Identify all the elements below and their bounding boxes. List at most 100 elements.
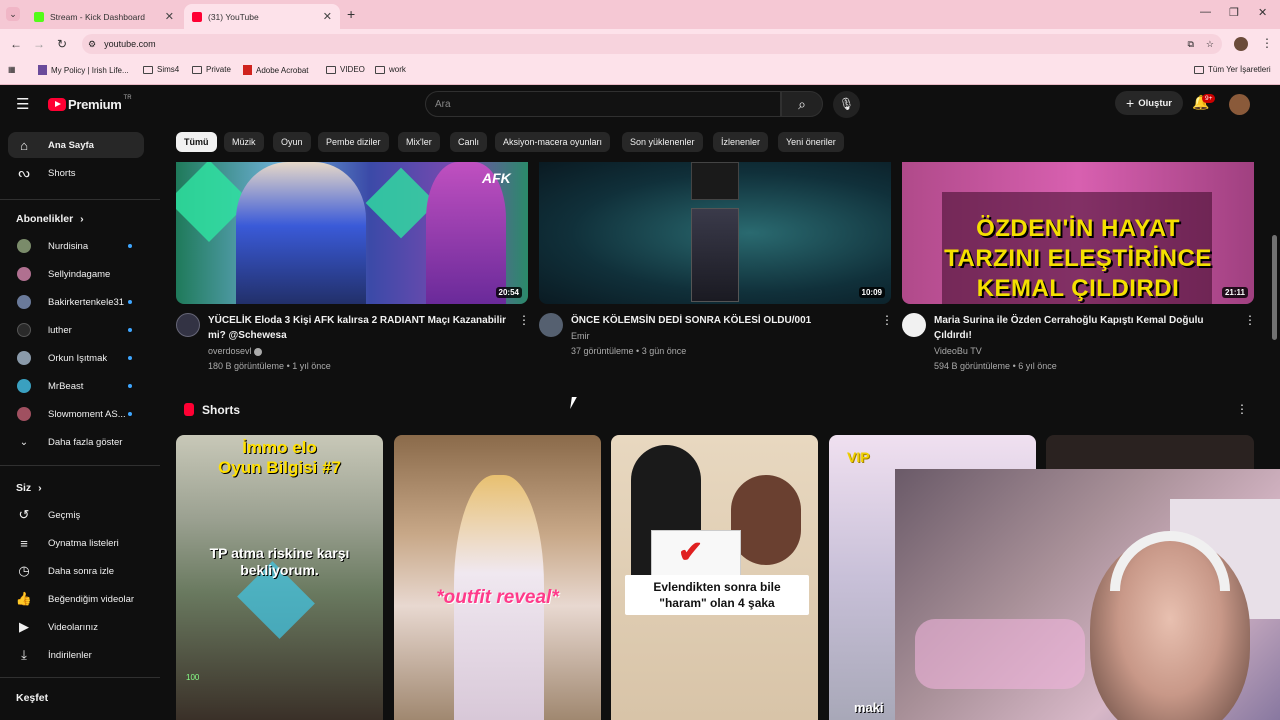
more-actions-icon[interactable]: ⋮ bbox=[1244, 313, 1256, 327]
bookmark-label: Tüm Yer İşaretleri bbox=[1208, 65, 1271, 74]
chip-soap-operas[interactable]: Pembe diziler bbox=[318, 132, 389, 152]
menu-icon[interactable]: ☰ bbox=[16, 95, 29, 113]
sidebar-item-watch-later[interactable]: ◷ Daha sonra izle bbox=[8, 558, 144, 584]
browser-menu-icon[interactable]: ⋮ bbox=[1261, 36, 1273, 50]
chip-watched[interactable]: İzlenenler bbox=[713, 132, 769, 152]
bookmark-folder[interactable]: Private bbox=[192, 65, 231, 74]
search-button[interactable]: ⌕ bbox=[781, 91, 823, 117]
sidebar-subscription[interactable]: Sellyindagame bbox=[8, 261, 144, 287]
channel-name-text: overdosevl bbox=[208, 346, 252, 356]
search-icon: ⌕ bbox=[798, 96, 806, 112]
more-actions-icon[interactable]: ⋮ bbox=[518, 313, 530, 327]
site-info-icon[interactable]: ⚙ bbox=[88, 39, 96, 50]
sidebar-item-shorts[interactable]: ᔓ Shorts bbox=[8, 160, 144, 186]
install-app-icon[interactable]: ⧉ bbox=[1187, 39, 1193, 50]
title-line: Çıldırdı! bbox=[934, 330, 972, 341]
video-title[interactable]: Maria Surina ile Özden Cerrahoğlu Kapışt… bbox=[934, 313, 1234, 343]
youtube-premium-logo[interactable]: Premium TR bbox=[48, 95, 132, 112]
bookmark-label: VIDEO bbox=[340, 65, 365, 74]
profile-avatar[interactable] bbox=[1234, 37, 1248, 51]
chip-gaming[interactable]: Oyun bbox=[273, 132, 311, 152]
channel-name[interactable]: VideoBu TV bbox=[934, 344, 982, 359]
sidebar-subscription[interactable]: Bakirkertenkele31 bbox=[8, 289, 144, 315]
chip-all[interactable]: Tümü bbox=[176, 132, 217, 152]
chip-mixes[interactable]: Mix'ler bbox=[398, 132, 440, 152]
bookmark-label: Private bbox=[206, 65, 231, 74]
close-tab-icon[interactable]: ✕ bbox=[165, 10, 174, 23]
sidebar-item-liked-videos[interactable]: 👍 Beğendiğim videolar bbox=[8, 586, 144, 612]
close-tab-icon[interactable]: ✕ bbox=[323, 10, 332, 23]
minimize-icon[interactable]: — bbox=[1200, 6, 1211, 18]
sidebar-subscription[interactable]: Nurdisina bbox=[8, 233, 144, 259]
video-duration: 10:09 bbox=[858, 287, 885, 298]
sidebar-subscription[interactable]: Slowmoment AS... bbox=[8, 401, 144, 427]
tab-search-icon[interactable]: ⌄ bbox=[6, 7, 20, 21]
bookmark-star-icon[interactable]: ☆ bbox=[1206, 39, 1214, 50]
reload-icon[interactable]: ↻ bbox=[57, 37, 67, 51]
restore-icon[interactable]: ❐ bbox=[1229, 6, 1239, 19]
tab-youtube[interactable]: (31) YouTube ✕ bbox=[184, 4, 340, 29]
channel-avatar[interactable] bbox=[176, 313, 200, 337]
new-tab-button[interactable]: + bbox=[347, 6, 355, 22]
bookmark-item[interactable]: My Policy | Irish Life... bbox=[38, 65, 129, 75]
chip-action-adventure[interactable]: Aksiyon-macera oyunları bbox=[495, 132, 611, 152]
sidebar-item-playlists[interactable]: ≡ Oynatma listeleri bbox=[8, 530, 144, 556]
sidebar-item-downloads[interactable]: ⤓ İndirilenler bbox=[8, 642, 144, 668]
video-thumbnail[interactable]: AFK 20:54 bbox=[176, 162, 528, 304]
video-title[interactable]: YÜCELİK Eloda 3 Kişi AFK kalırsa 2 RADIA… bbox=[208, 313, 508, 343]
subscriptions-heading[interactable]: Abonelikler › bbox=[16, 213, 84, 225]
sidebar-subscription[interactable]: luther bbox=[8, 317, 144, 343]
sidebar-subscription[interactable]: Orkun Işıtmak bbox=[8, 345, 144, 371]
tab-title: (31) YouTube bbox=[208, 11, 259, 22]
more-actions-icon[interactable]: ⋮ bbox=[881, 313, 893, 327]
video-title[interactable]: ÖNCE KÖLEMSİN DEDİ SONRA KÖLESİ OLDU/001 bbox=[571, 313, 871, 328]
forward-icon[interactable]: → bbox=[33, 37, 45, 51]
video-stats: 37 görüntüleme • 3 gün önce bbox=[571, 346, 687, 356]
tab-kick-dashboard[interactable]: Stream - Kick Dashboard ✕ bbox=[26, 4, 182, 29]
video-thumbnail[interactable]: 10:09 bbox=[539, 162, 891, 304]
channel-name[interactable]: overdosevl bbox=[208, 344, 263, 359]
bookmark-item[interactable]: Adobe Acrobat bbox=[243, 65, 308, 75]
short-card[interactable]: İmmo elo Oyun Bilgisi #7 TP atma riskine … bbox=[176, 435, 383, 720]
page-scrollbar[interactable] bbox=[1272, 235, 1277, 340]
channel-avatar bbox=[17, 323, 31, 337]
short-card[interactable] bbox=[1046, 435, 1254, 470]
back-icon[interactable]: ← bbox=[10, 37, 22, 51]
all-bookmarks[interactable]: Tüm Yer İşaretleri bbox=[1194, 65, 1271, 74]
chip-new-to-you[interactable]: Yeni öneriler bbox=[778, 132, 844, 152]
channel-avatar[interactable] bbox=[539, 313, 563, 337]
sidebar-item-home[interactable]: ⌂ Ana Sayfa bbox=[8, 132, 144, 158]
chip-recently-uploaded[interactable]: Son yüklenenler bbox=[622, 132, 703, 152]
address-bar[interactable]: ⚙ youtube.com ⧉ ☆ bbox=[82, 34, 1222, 54]
search-input[interactable]: Ara bbox=[425, 91, 781, 117]
apps-grid-icon[interactable]: ▦ bbox=[8, 65, 16, 74]
shorts-icon: ᔓ bbox=[18, 165, 30, 180]
create-button[interactable]: + Oluştur bbox=[1115, 91, 1183, 115]
sidebar-subscription[interactable]: MrBeast bbox=[8, 373, 144, 399]
bookmark-folder[interactable]: work bbox=[375, 65, 406, 74]
title-line: YÜCELİK Eloda 3 Kişi AFK kalırsa 2 RADIA… bbox=[208, 315, 507, 326]
account-avatar[interactable] bbox=[1229, 94, 1250, 115]
bookmark-folder[interactable]: Sims4 bbox=[143, 65, 179, 74]
shelf-more-icon[interactable]: ⋮ bbox=[1236, 402, 1248, 416]
tab-title: Stream - Kick Dashboard bbox=[50, 11, 145, 22]
show-more-button[interactable]: ⌄ Daha fazla göster bbox=[8, 429, 144, 455]
red-check-icon: ✔ bbox=[678, 536, 704, 569]
channel-avatar[interactable] bbox=[902, 313, 926, 337]
chip-live[interactable]: Canlı bbox=[450, 132, 488, 152]
channel-name: Nurdisina bbox=[48, 240, 89, 252]
channel-name[interactable]: Emir bbox=[571, 329, 590, 344]
video-thumbnail[interactable]: ÖZDEN'İN HAYAT TARZINI ELEŞTİRİNCE KEMAL… bbox=[902, 162, 1254, 304]
bookmark-folder[interactable]: VIDEO bbox=[326, 65, 365, 74]
you-heading[interactable]: Siz › bbox=[16, 482, 42, 494]
thumb-overlay-text: AFK bbox=[482, 170, 511, 186]
short-card[interactable]: *outfit reveal* bbox=[394, 435, 601, 720]
sidebar-item-label: Beğendiğim videolar bbox=[48, 593, 135, 605]
sidebar-item-history[interactable]: ↺ Geçmiş bbox=[8, 502, 144, 528]
voice-search-button[interactable]: 🎙 bbox=[833, 91, 860, 118]
bookmark-label: My Policy | Irish Life... bbox=[51, 65, 129, 75]
short-card[interactable]: ✔ Evlendikten sonra bile "haram" olan 4 … bbox=[611, 435, 818, 720]
close-window-icon[interactable]: ✕ bbox=[1258, 6, 1267, 19]
chip-music[interactable]: Müzik bbox=[224, 132, 264, 152]
sidebar-item-your-videos[interactable]: ▶ Videolarınız bbox=[8, 614, 144, 640]
